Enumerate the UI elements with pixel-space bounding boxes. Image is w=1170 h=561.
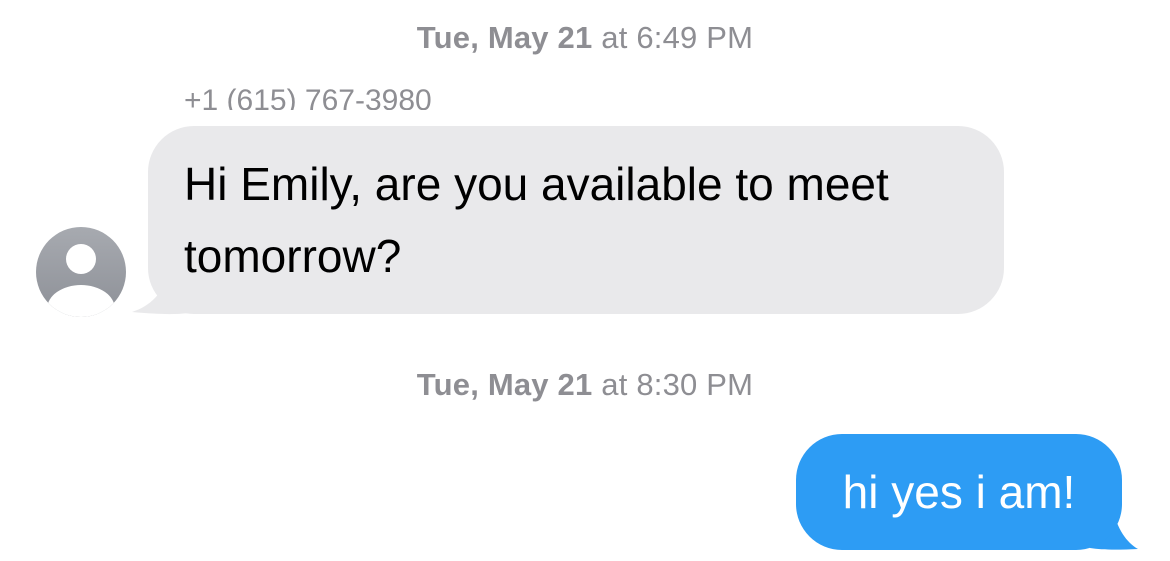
timestamp-time: 6:49 PM (636, 20, 754, 55)
message-timestamp: Tue, May 21 at 8:30 PM (0, 367, 1170, 403)
person-placeholder-icon (47, 244, 115, 317)
outgoing-message-text: hi yes i am! (842, 466, 1076, 518)
timestamp-separator: at (601, 20, 628, 55)
timestamp-day: Tue, May 21 (416, 367, 593, 402)
outgoing-message-bubble[interactable]: hi yes i am! (796, 434, 1122, 550)
timestamp-day: Tue, May 21 (416, 20, 593, 55)
timestamp-separator: at (601, 367, 628, 402)
incoming-message-text: Hi Emily, are you available to meet tomo… (184, 158, 889, 282)
contact-avatar[interactable] (36, 227, 126, 317)
timestamp-time: 8:30 PM (636, 367, 754, 402)
incoming-message-bubble[interactable]: Hi Emily, are you available to meet tomo… (148, 126, 1004, 314)
sender-phone-number: +1 (615) 767-3980 (184, 84, 432, 110)
message-timestamp: Tue, May 21 at 6:49 PM (0, 20, 1170, 56)
